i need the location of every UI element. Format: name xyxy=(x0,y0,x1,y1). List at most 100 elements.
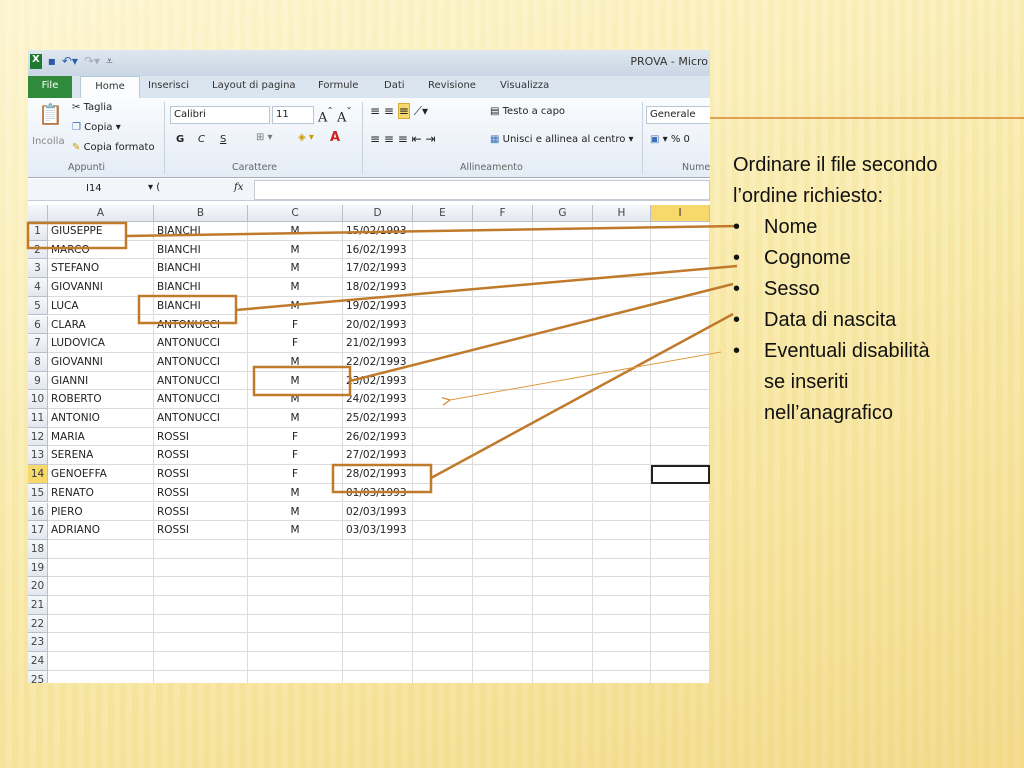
cell-e21[interactable] xyxy=(413,596,473,615)
cell-d23[interactable] xyxy=(343,633,413,653)
cell-b12[interactable]: ROSSI xyxy=(154,427,248,447)
cell-d7[interactable]: 21/02/1993 xyxy=(343,334,413,353)
row-header[interactable]: 17 xyxy=(28,521,48,540)
cell-c17[interactable]: M xyxy=(248,521,343,540)
cell-a9[interactable]: GIANNI xyxy=(48,371,154,391)
cell-f20[interactable] xyxy=(473,577,533,596)
cell-e7[interactable] xyxy=(413,334,473,353)
cell-h25[interactable] xyxy=(593,670,651,683)
cell-f16[interactable] xyxy=(473,502,533,522)
cell-b3[interactable]: BIANCHI xyxy=(154,259,248,279)
cell-a12[interactable]: MARIA xyxy=(48,427,154,447)
row-header[interactable]: 11 xyxy=(28,409,48,428)
wrap-text-button[interactable]: ▤ Testo a capo xyxy=(490,106,565,117)
cell-f15[interactable] xyxy=(473,483,533,503)
cell-c20[interactable] xyxy=(248,577,343,596)
cell-i5[interactable] xyxy=(651,296,710,316)
cell-g16[interactable] xyxy=(533,502,593,522)
cell-a6[interactable]: CLARA xyxy=(48,315,154,335)
cell-h20[interactable] xyxy=(593,577,651,596)
cell-a14[interactable]: GENOEFFA xyxy=(48,465,154,484)
cell-b4[interactable]: BIANCHI xyxy=(154,278,248,297)
cell-d20[interactable] xyxy=(343,577,413,596)
cell-i25[interactable] xyxy=(651,670,710,683)
cell-e15[interactable] xyxy=(413,483,473,503)
cell-i7[interactable] xyxy=(651,334,710,353)
cell-c7[interactable]: F xyxy=(248,334,343,353)
row-header[interactable]: 21 xyxy=(28,596,48,615)
cell-f4[interactable] xyxy=(473,278,533,297)
row-header[interactable]: 19 xyxy=(28,558,48,578)
cell-c21[interactable] xyxy=(248,596,343,615)
tab-visualizza[interactable]: Visualizza xyxy=(500,80,549,91)
cell-f22[interactable] xyxy=(473,614,533,634)
cell-b7[interactable]: ANTONUCCI xyxy=(154,334,248,353)
cell-a23[interactable] xyxy=(48,633,154,653)
cell-c16[interactable]: M xyxy=(248,502,343,522)
cell-b13[interactable]: ROSSI xyxy=(154,446,248,466)
cell-b9[interactable]: ANTONUCCI xyxy=(154,371,248,391)
cell-g1[interactable] xyxy=(533,222,593,241)
cell-b2[interactable]: BIANCHI xyxy=(154,240,248,260)
customize-toolbar-icon[interactable]: ⩡ xyxy=(106,54,113,69)
tab-home[interactable]: Home xyxy=(80,76,140,99)
formula-input[interactable] xyxy=(254,180,710,200)
cell-f11[interactable] xyxy=(473,409,533,428)
cell-g15[interactable] xyxy=(533,483,593,503)
column-header-f[interactable]: F xyxy=(473,205,533,222)
cell-f7[interactable] xyxy=(473,334,533,353)
row-header[interactable]: 20 xyxy=(28,577,48,596)
cell-i11[interactable] xyxy=(651,409,710,428)
cell-i14[interactable] xyxy=(651,465,710,484)
cell-e18[interactable] xyxy=(413,539,473,559)
cell-a7[interactable]: LUDOVICA xyxy=(48,334,154,353)
cell-e2[interactable] xyxy=(413,240,473,260)
cell-e17[interactable] xyxy=(413,521,473,540)
row-header[interactable]: 10 xyxy=(28,390,48,409)
cell-a5[interactable]: LUCA xyxy=(48,296,154,316)
cell-h18[interactable] xyxy=(593,539,651,559)
cell-f23[interactable] xyxy=(473,633,533,653)
cell-b23[interactable] xyxy=(154,633,248,653)
cell-f25[interactable] xyxy=(473,670,533,683)
cell-f8[interactable] xyxy=(473,352,533,372)
cell-e6[interactable] xyxy=(413,315,473,335)
cell-a11[interactable]: ANTONIO xyxy=(48,409,154,428)
cell-a4[interactable]: GIOVANNI xyxy=(48,278,154,297)
column-header-b[interactable]: B xyxy=(154,205,248,222)
cell-d5[interactable]: 19/02/1993 xyxy=(343,296,413,316)
row-header[interactable]: 4 xyxy=(28,278,48,297)
row-header[interactable]: 7 xyxy=(28,334,48,353)
cell-c12[interactable]: F xyxy=(248,427,343,447)
cell-d21[interactable] xyxy=(343,596,413,615)
cell-f13[interactable] xyxy=(473,446,533,466)
cell-h3[interactable] xyxy=(593,259,651,279)
cell-i23[interactable] xyxy=(651,633,710,653)
cell-f10[interactable] xyxy=(473,390,533,409)
cell-f17[interactable] xyxy=(473,521,533,540)
cell-c19[interactable] xyxy=(248,558,343,578)
cell-g3[interactable] xyxy=(533,259,593,279)
row-header[interactable]: 1 xyxy=(28,222,48,241)
cell-g13[interactable] xyxy=(533,446,593,466)
number-format-buttons[interactable]: ▣ ▾ % 0 xyxy=(650,134,690,145)
cell-g19[interactable] xyxy=(533,558,593,578)
cell-h12[interactable] xyxy=(593,427,651,447)
cell-g18[interactable] xyxy=(533,539,593,559)
cell-f12[interactable] xyxy=(473,427,533,447)
cell-c14[interactable]: F xyxy=(248,465,343,484)
cell-b1[interactable]: BIANCHI xyxy=(154,222,248,241)
save-icon[interactable]: ▪ xyxy=(48,54,56,69)
merge-center-button[interactable]: ▦ Unisci e allinea al centro ▾ xyxy=(490,134,634,145)
cell-e10[interactable] xyxy=(413,390,473,409)
cell-e9[interactable] xyxy=(413,371,473,391)
row-header[interactable]: 16 xyxy=(28,502,48,522)
cell-h1[interactable] xyxy=(593,222,651,241)
tab-inserisci[interactable]: Inserisci xyxy=(148,80,189,91)
cell-h16[interactable] xyxy=(593,502,651,522)
cell-g11[interactable] xyxy=(533,409,593,428)
cell-i3[interactable] xyxy=(651,259,710,279)
cell-g14[interactable] xyxy=(533,465,593,484)
cell-d24[interactable] xyxy=(343,652,413,671)
cell-h2[interactable] xyxy=(593,240,651,260)
